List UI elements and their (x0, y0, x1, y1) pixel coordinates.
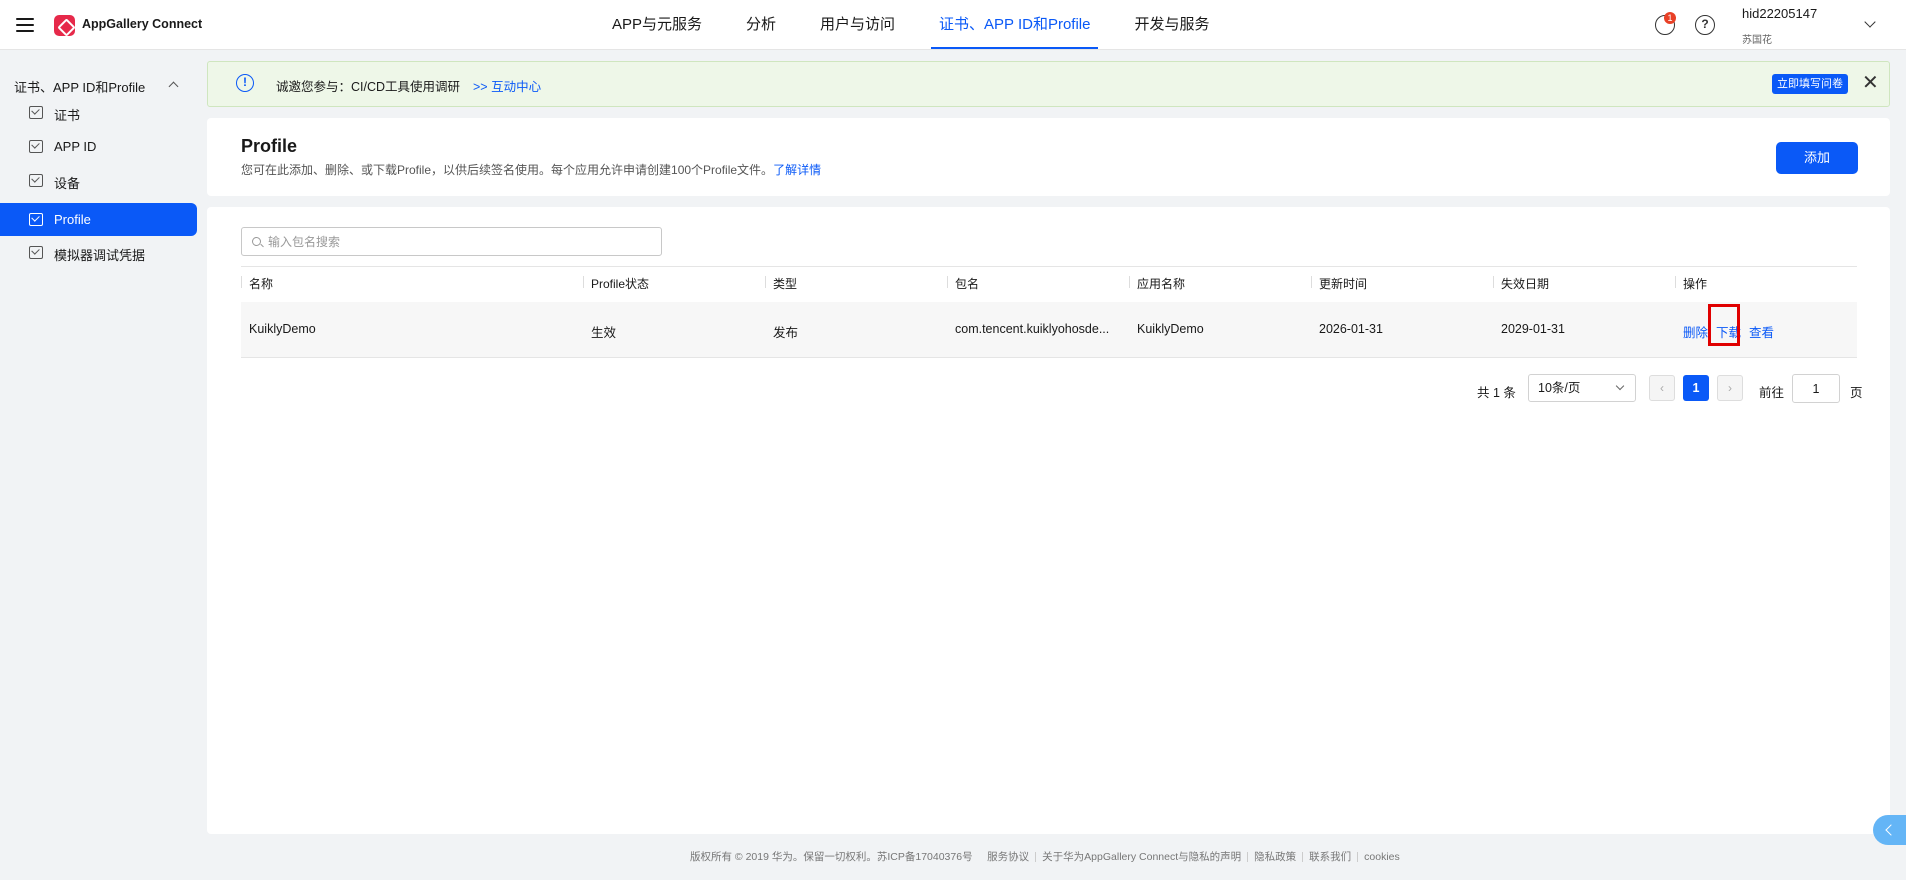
column-header-name: 名称 (241, 275, 273, 292)
column-header-expires: 失效日期 (1493, 275, 1549, 292)
main-nav: APP与元服务 分析 用户与访问 证书、APP ID和Profile 开发与服务 (612, 0, 1254, 50)
footer-link-privacy-policy[interactable]: 隐私政策 (1254, 851, 1296, 863)
column-header-app-name: 应用名称 (1129, 275, 1185, 292)
menu-icon[interactable] (16, 18, 34, 32)
footer-divider (1302, 852, 1304, 863)
goto-label: 前往 (1759, 386, 1785, 400)
help-icon[interactable]: ? (1695, 15, 1715, 35)
cell-status: 生效 (591, 326, 617, 340)
user-name: 苏国花 (1742, 35, 1772, 46)
next-page-button[interactable]: › (1717, 375, 1743, 401)
column-header-status: Profile状态 (583, 275, 649, 292)
appgallery-logo-icon[interactable] (54, 15, 75, 36)
sidebar-item-app-id[interactable]: APP ID (0, 130, 197, 163)
fill-survey-button[interactable]: 立即填写问卷 (1772, 74, 1848, 94)
collapse-icon[interactable] (1873, 815, 1906, 845)
nav-apps-services[interactable]: APP与元服务 (612, 0, 702, 50)
interaction-center-link[interactable]: >> 互动中心 (473, 76, 541, 95)
pagination-total: 共 1 条 (1477, 386, 1516, 400)
search-input[interactable] (268, 232, 648, 252)
table-header: 名称 Profile状态 类型 包名 应用名称 更新时间 失效日期 操作 (241, 266, 1857, 293)
footer-link-privacy-statement[interactable]: 关于华为AppGallery Connect与隐私的声明 (1042, 851, 1241, 863)
column-header-package: 包名 (947, 275, 979, 292)
sidebar-item-devices[interactable]: 设备 (0, 164, 197, 197)
current-page-button[interactable]: 1 (1683, 375, 1709, 401)
page-unit-label: 页 (1850, 386, 1863, 400)
profile-table-card: 名称 Profile状态 类型 包名 应用名称 更新时间 失效日期 操作 Kui… (207, 207, 1890, 834)
footer-divider (1247, 852, 1249, 863)
cell-updated: 2026-01-31 (1319, 322, 1383, 336)
cell-package: com.tencent.kuiklyohosde... (955, 322, 1110, 336)
profile-file-icon (29, 174, 43, 187)
view-link[interactable]: 查看 (1749, 322, 1774, 341)
banner-text: 诚邀您参与：CI/CD工具使用调研 (276, 80, 461, 94)
sidebar-item-label: Profile (54, 212, 91, 227)
sidebar-item-profile[interactable]: Profile (0, 203, 197, 236)
sidebar-item-label: 证书 (54, 108, 81, 123)
nav-certificates-profile[interactable]: 证书、APP ID和Profile (931, 0, 1099, 50)
chevron-down-icon (1615, 381, 1625, 391)
footer-copyright: 版权所有 © 2019 华为。保留一切权利。苏ICP备17040376号 (690, 851, 973, 863)
footer-link-cookies[interactable]: cookies (1364, 851, 1400, 863)
footer: 版权所有 © 2019 华为。保留一切权利。苏ICP备17040376号 服务协… (690, 849, 1400, 864)
page-size-select[interactable]: 10条/页 (1528, 374, 1636, 402)
footer-divider (1357, 852, 1359, 863)
prev-page-button[interactable]: ‹ (1649, 375, 1675, 401)
page-size-value: 10条/页 (1538, 381, 1581, 395)
brand-name[interactable]: AppGallery Connect (82, 17, 202, 31)
cell-name: KuiklyDemo (249, 322, 316, 336)
add-button[interactable]: 添加 (1776, 142, 1858, 174)
notification-badge: 1 (1664, 12, 1676, 24)
nav-analytics[interactable]: 分析 (746, 0, 776, 50)
delete-link[interactable]: 删除 (1683, 322, 1708, 341)
profile-file-icon (29, 246, 43, 259)
profile-file-icon (29, 213, 43, 226)
sidebar-item-certificates[interactable]: 证书 (0, 96, 197, 129)
page-title: Profile (241, 136, 298, 156)
goto-page-input[interactable] (1792, 374, 1840, 403)
top-bar: AppGallery Connect APP与元服务 分析 用户与访问 证书、A… (0, 0, 1906, 50)
profile-file-icon (29, 106, 43, 119)
nav-users-access[interactable]: 用户与访问 (820, 0, 895, 50)
column-header-updated: 更新时间 (1311, 275, 1367, 292)
close-icon[interactable]: ✕ (1862, 72, 1879, 94)
sidebar-group-label[interactable]: 证书、APP ID和Profile (14, 77, 145, 96)
table-row: KuiklyDemo 生效 发布 com.tencent.kuiklyohosd… (241, 302, 1857, 358)
search-icon (252, 237, 261, 246)
sidebar-item-label: 模拟器调试凭据 (54, 248, 146, 263)
column-header-type: 类型 (765, 275, 797, 292)
page-description-text: 您可在此添加、删除、或下载Profile，以供后续签名使用。每个应用允许申请创建… (241, 163, 774, 177)
survey-banner: ! 诚邀您参与：CI/CD工具使用调研 >> 互动中心 立即填写问卷 ✕ (207, 61, 1890, 107)
nav-dev-services[interactable]: 开发与服务 (1134, 0, 1209, 50)
chevron-down-icon[interactable] (1864, 16, 1876, 28)
info-icon: ! (236, 74, 254, 92)
page-description: 您可在此添加、删除、或下载Profile，以供后续签名使用。每个应用允许申请创建… (241, 161, 821, 178)
column-header-actions: 操作 (1675, 275, 1707, 292)
page-header-card: Profile 您可在此添加、删除、或下载Profile，以供后续签名使用。每个… (207, 118, 1890, 196)
chevron-up-icon[interactable] (168, 81, 179, 92)
search-box[interactable] (241, 227, 662, 256)
sidebar-item-label: 设备 (54, 176, 81, 191)
footer-link-contact-us[interactable]: 联系我们 (1309, 851, 1351, 863)
cell-expires: 2029-01-31 (1501, 322, 1565, 336)
footer-divider (1035, 852, 1037, 863)
cell-app-name: KuiklyDemo (1137, 322, 1204, 336)
profile-file-icon (29, 140, 43, 153)
user-id[interactable]: hid22205147 (1742, 6, 1817, 21)
cell-type: 发布 (773, 326, 799, 340)
sidebar-item-emulator-credentials[interactable]: 模拟器调试凭据 (0, 236, 197, 269)
sidebar: 证书、APP ID和Profile 证书 APP ID 设备 Profile 模… (0, 50, 197, 880)
learn-more-link[interactable]: 了解详情 (773, 163, 821, 177)
footer-link-service-agreement[interactable]: 服务协议 (987, 851, 1029, 863)
download-highlight-box (1708, 304, 1740, 346)
sidebar-item-label: APP ID (54, 139, 97, 154)
